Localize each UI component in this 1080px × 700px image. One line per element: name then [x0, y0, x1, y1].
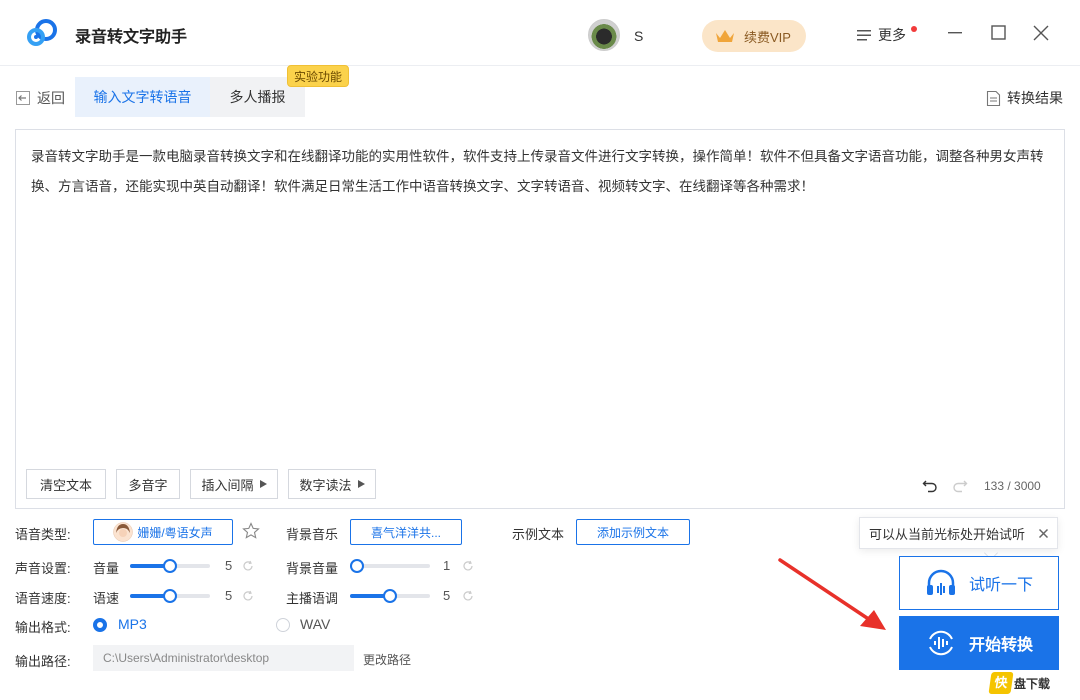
document-icon	[986, 90, 1001, 106]
start-convert-button[interactable]: 开始转换	[899, 616, 1059, 670]
tooltip-text: 可以从当前光标处开始试听	[869, 526, 1026, 542]
output-format-label: 输出格式:	[15, 620, 71, 635]
menu-icon	[857, 30, 871, 41]
reset-icon[interactable]	[242, 590, 254, 602]
speed-value: 5	[225, 588, 233, 603]
listen-label: 试听一下	[968, 577, 1033, 594]
reset-icon[interactable]	[462, 590, 474, 602]
back-arrow-icon	[16, 91, 30, 105]
tooltip-close-icon[interactable]	[1038, 528, 1049, 539]
audio-wave-icon	[929, 630, 953, 656]
polyphone-label: 多音字	[128, 477, 168, 493]
pitch-slider[interactable]	[350, 589, 430, 603]
bg-volume-slider[interactable]	[350, 559, 430, 573]
play-triangle-icon	[259, 480, 267, 488]
add-sample-text-button[interactable]: 添加示例文本	[576, 519, 690, 545]
headphones-icon	[926, 569, 955, 595]
char-count: 133 / 3000	[984, 479, 1041, 493]
reset-icon[interactable]	[242, 560, 254, 572]
editor-text[interactable]: 录音转文字助手是一款电脑录音转换文字和在线翻译功能的实用性软件，软件支持上传录音…	[31, 142, 1056, 202]
listen-preview-button[interactable]: 试听一下	[899, 556, 1059, 610]
experimental-badge: 实验功能	[287, 65, 350, 87]
volume-slider-knob[interactable]	[163, 559, 177, 573]
insert-pause-button[interactable]: 插入间隔	[190, 469, 278, 499]
username: S	[634, 28, 644, 44]
listen-tooltip: 可以从当前光标处开始试听	[859, 517, 1058, 549]
clear-text-label: 清空文本	[39, 477, 92, 493]
notification-dot	[911, 26, 917, 32]
change-path-link[interactable]: 更改路径	[363, 651, 411, 668]
conversion-result-button[interactable]: 转换结果	[986, 88, 1063, 108]
undo-icon[interactable]	[922, 478, 938, 494]
speech-speed-label: 语音速度:	[15, 591, 71, 606]
voice-avatar-icon	[113, 522, 134, 542]
back-button[interactable]: 返回	[15, 88, 65, 108]
bg-music-value: 喜气洋洋共...	[370, 525, 441, 540]
crown-icon	[716, 30, 734, 42]
site-watermark: 快 盘下载	[988, 672, 1051, 694]
add-sample-text-label: 添加示例文本	[596, 525, 669, 540]
format-mp3-label[interactable]: MP3	[118, 616, 147, 632]
more-label: 更多	[878, 27, 906, 43]
format-wav-radio[interactable]	[276, 618, 290, 632]
result-label: 转换结果	[1007, 90, 1063, 106]
voice-type-label: 语音类型:	[15, 527, 71, 542]
voice-name: 姗姗/粤语女声	[137, 525, 213, 540]
more-menu-button[interactable]: 更多	[856, 25, 906, 45]
clear-text-button[interactable]: 清空文本	[26, 469, 106, 499]
tab-text-to-speech[interactable]: 输入文字转语音	[75, 77, 210, 117]
bg-volume-slider-knob[interactable]	[350, 559, 364, 573]
convert-label: 开始转换	[968, 637, 1033, 654]
app-title: 录音转文字助手	[75, 29, 188, 46]
insert-pause-label: 插入间隔	[201, 477, 254, 493]
volume-slider[interactable]	[130, 559, 210, 573]
number-reading-label: 数字读法	[299, 477, 352, 493]
sample-text-label: 示例文本	[512, 527, 565, 542]
redo-icon[interactable]	[952, 478, 968, 494]
format-mp3-radio[interactable]	[93, 618, 107, 632]
volume-label: 音量	[93, 561, 120, 576]
number-reading-button[interactable]: 数字读法	[288, 469, 376, 499]
avatar[interactable]	[588, 19, 620, 51]
bg-volume-label: 背景音量	[286, 561, 339, 576]
format-wav-label[interactable]: WAV	[300, 616, 330, 632]
reset-icon[interactable]	[462, 560, 474, 572]
speed-label: 语速	[93, 591, 120, 606]
favorite-star-icon[interactable]	[242, 522, 260, 540]
maximize-icon[interactable]	[988, 22, 1010, 44]
bg-music-select-button[interactable]: 喜气洋洋共...	[350, 519, 462, 545]
output-path-label: 输出路径:	[15, 654, 71, 669]
minimize-icon[interactable]	[944, 22, 966, 44]
pitch-slider-knob[interactable]	[383, 589, 397, 603]
bg-music-label: 背景音乐	[286, 527, 339, 542]
pitch-value: 5	[443, 588, 451, 603]
watermark-text: 盘下载	[1014, 676, 1051, 691]
watermark-logo-icon: 快	[988, 672, 1014, 694]
annotation-arrow-icon	[778, 558, 886, 630]
app-logo-icon	[27, 19, 57, 46]
output-path-field[interactable]	[93, 645, 354, 671]
speed-slider[interactable]	[130, 589, 210, 603]
voice-select-button[interactable]: 姗姗/粤语女声	[93, 519, 233, 545]
polyphone-button[interactable]: 多音字	[116, 469, 180, 499]
sound-setting-label: 声音设置:	[15, 561, 71, 576]
pitch-label: 主播语调	[286, 591, 339, 606]
back-label: 返回	[37, 90, 65, 106]
vip-label: 续费VIP	[744, 29, 791, 45]
close-icon[interactable]	[1030, 22, 1052, 44]
play-triangle-icon	[357, 480, 365, 488]
vip-renew-button[interactable]: 续费VIP	[702, 20, 806, 52]
bg-volume-value: 1	[443, 558, 451, 573]
speed-slider-knob[interactable]	[163, 589, 177, 603]
text-editor[interactable]: 录音转文字助手是一款电脑录音转换文字和在线翻译功能的实用性软件，软件支持上传录音…	[15, 129, 1065, 509]
volume-value: 5	[225, 558, 233, 573]
